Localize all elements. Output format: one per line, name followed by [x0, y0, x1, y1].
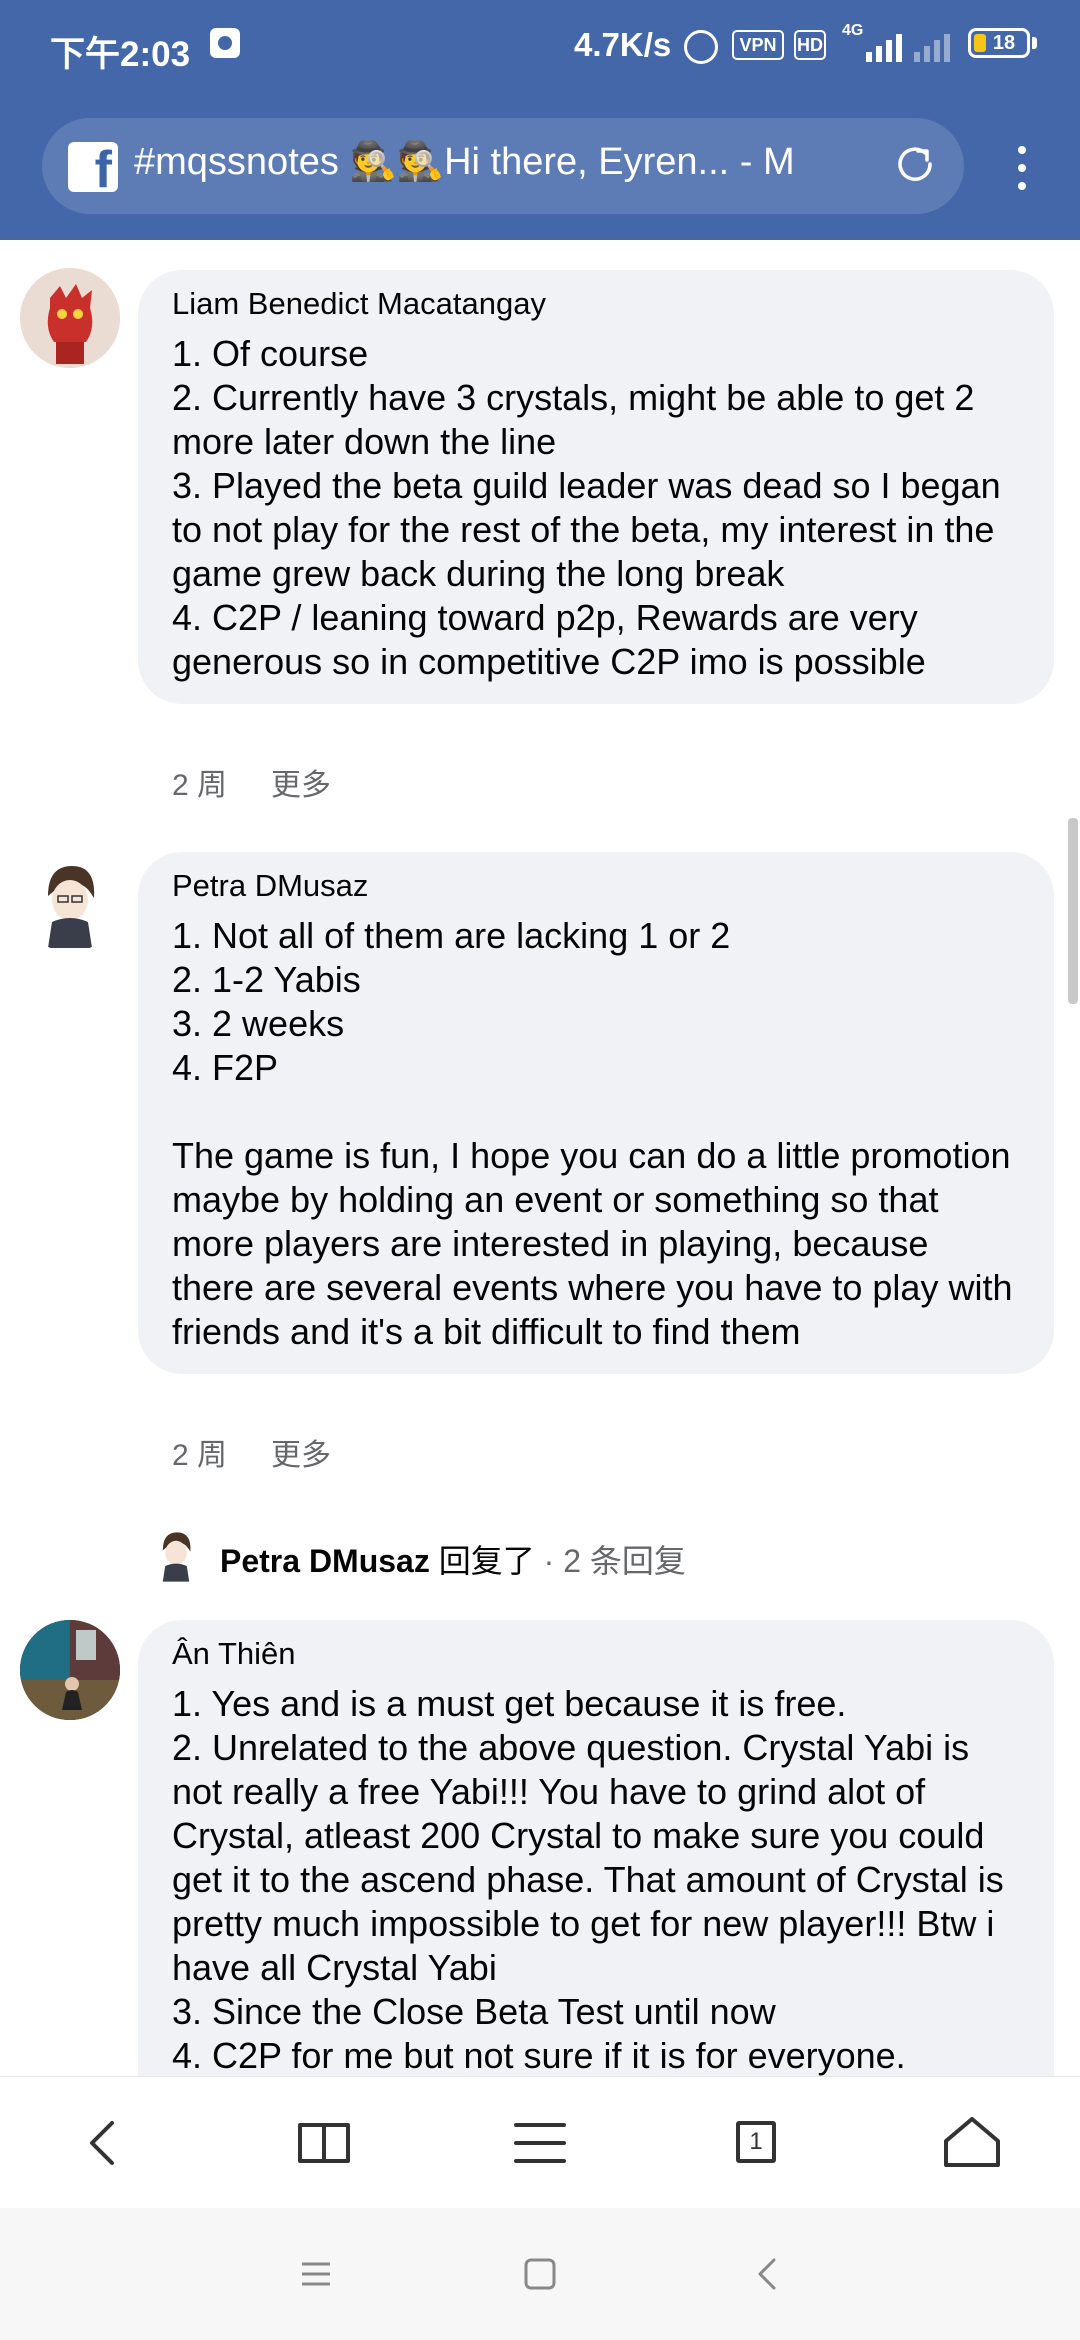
more-vertical-icon[interactable] [1006, 142, 1036, 194]
comment-author[interactable]: Liam Benedict Macatangay [172, 282, 1020, 326]
comment-author[interactable]: Petra DMusaz [172, 864, 1020, 908]
status-time: 下午2:03 [50, 35, 191, 74]
scrollbar-thumb[interactable] [1068, 818, 1078, 1004]
system-navigation-bar [0, 2208, 1080, 2340]
notification-app-icon [210, 28, 240, 58]
avatar[interactable] [20, 268, 120, 368]
back-icon[interactable] [66, 2105, 142, 2181]
page-title[interactable]: #mqssnotes 🕵️🕵️Hi there, Eyren... - M [134, 140, 854, 184]
comment-meta: 2 周 更多 [172, 760, 331, 804]
comment-text: 1. Yes and is a must get because it is f… [172, 1683, 1004, 2076]
comment-time[interactable]: 2 周 [172, 769, 227, 802]
more-link[interactable]: 更多 [271, 769, 331, 802]
comment-time[interactable]: 2 周 [172, 1439, 227, 1472]
comments-list: Liam Benedict Macatangay 1. Of course 2.… [0, 240, 1080, 2076]
comment-bubble[interactable]: Ân Thiên 1. Yes and is a must get becaus… [138, 1620, 1054, 2076]
avatar[interactable] [20, 852, 120, 952]
book-icon[interactable] [286, 2105, 362, 2181]
comment-bubble[interactable]: Liam Benedict Macatangay 1. Of course 2.… [138, 270, 1054, 704]
menu-icon[interactable] [502, 2105, 578, 2181]
status-bar: 下午2:03 4.7K/s VPN HD 4G 18 [0, 0, 1080, 92]
system-back-icon[interactable] [746, 2252, 790, 2296]
comment-author[interactable]: Ân Thiên [172, 1632, 1020, 1676]
reload-icon[interactable] [892, 142, 938, 188]
network-type: 4G [842, 22, 864, 39]
reply-author: Petra DMusaz [220, 1543, 430, 1579]
avatar[interactable] [20, 1620, 120, 1720]
vpn-badge: VPN [732, 30, 784, 60]
tabs-button[interactable]: 1 [718, 2105, 794, 2181]
address-bar[interactable]: f #mqssnotes 🕵️🕵️Hi there, Eyren... - M [42, 118, 964, 214]
reply-verb: 回复了 [438, 1543, 535, 1579]
battery-icon: 18 [968, 28, 1030, 58]
comment-meta: 2 周 更多 [172, 1430, 331, 1474]
tabs-count: 1 [736, 2121, 776, 2163]
home-icon[interactable] [934, 2105, 1010, 2181]
browser-toolbar: 1 [0, 2076, 1080, 2210]
battery-level: 18 [992, 32, 1016, 54]
recents-icon[interactable] [294, 2252, 338, 2296]
facebook-icon: f [68, 142, 118, 192]
hd-badge: HD [794, 30, 826, 60]
network-speed: 4.7K/s [574, 26, 672, 63]
square-home-icon[interactable] [518, 2252, 562, 2296]
comment-text: 1. Not all of them are lacking 1 or 2 2.… [172, 915, 1013, 1352]
reply-count: · 2 条回复 [543, 1543, 686, 1579]
comment-text: 1. Of course 2. Currently have 3 crystal… [172, 333, 1001, 682]
browser-header: 下午2:03 4.7K/s VPN HD 4G 18 f #mqssnotes … [0, 0, 1080, 240]
comment-bubble[interactable]: Petra DMusaz 1. Not all of them are lack… [138, 852, 1054, 1374]
avatar [146, 1522, 206, 1586]
more-link[interactable]: 更多 [271, 1439, 331, 1472]
alarm-icon [684, 30, 718, 64]
